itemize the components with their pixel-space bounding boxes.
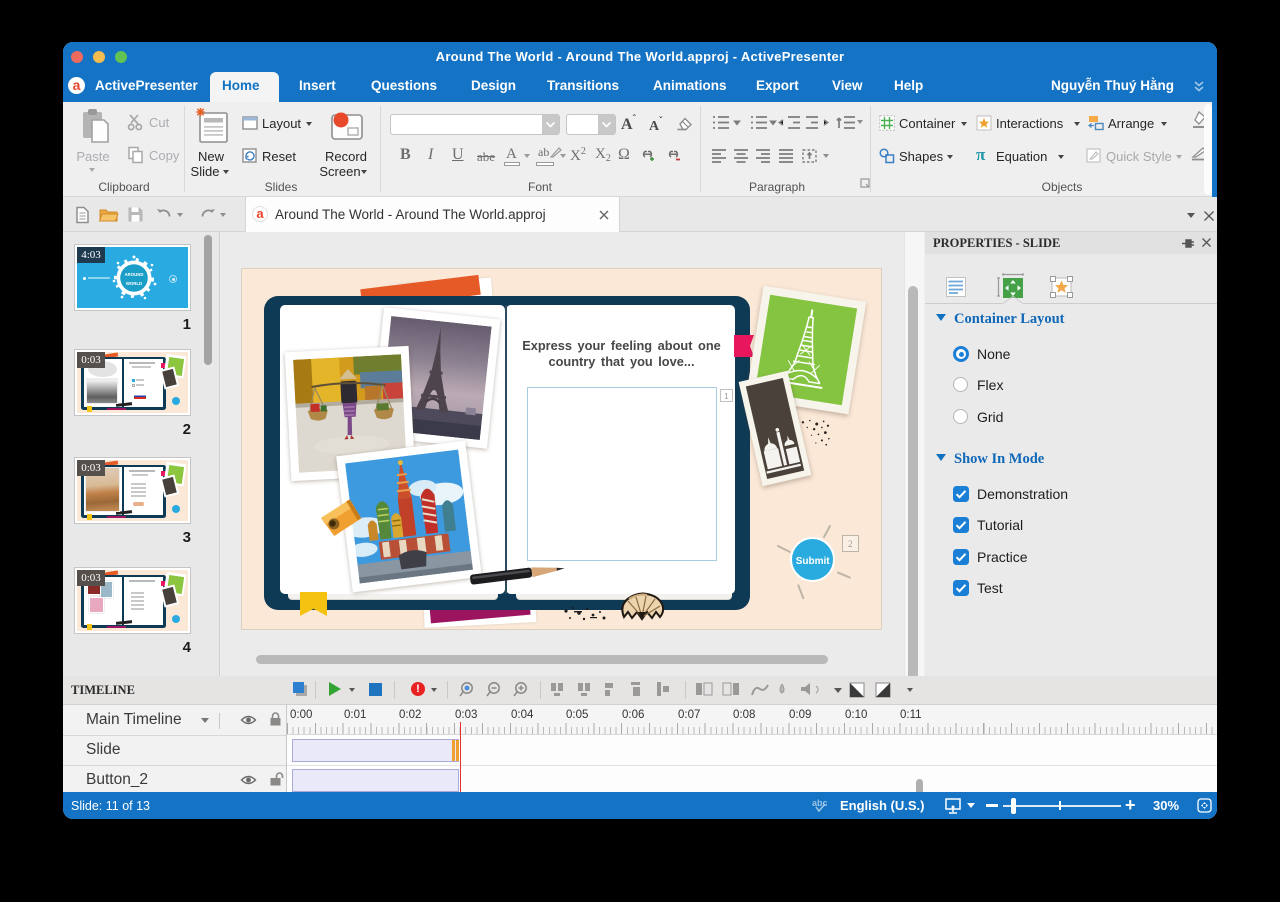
svg-text:AROUND: AROUND — [125, 272, 144, 277]
svg-text:WORLD: WORLD — [126, 281, 142, 286]
svg-text:abc: abc — [812, 798, 828, 808]
